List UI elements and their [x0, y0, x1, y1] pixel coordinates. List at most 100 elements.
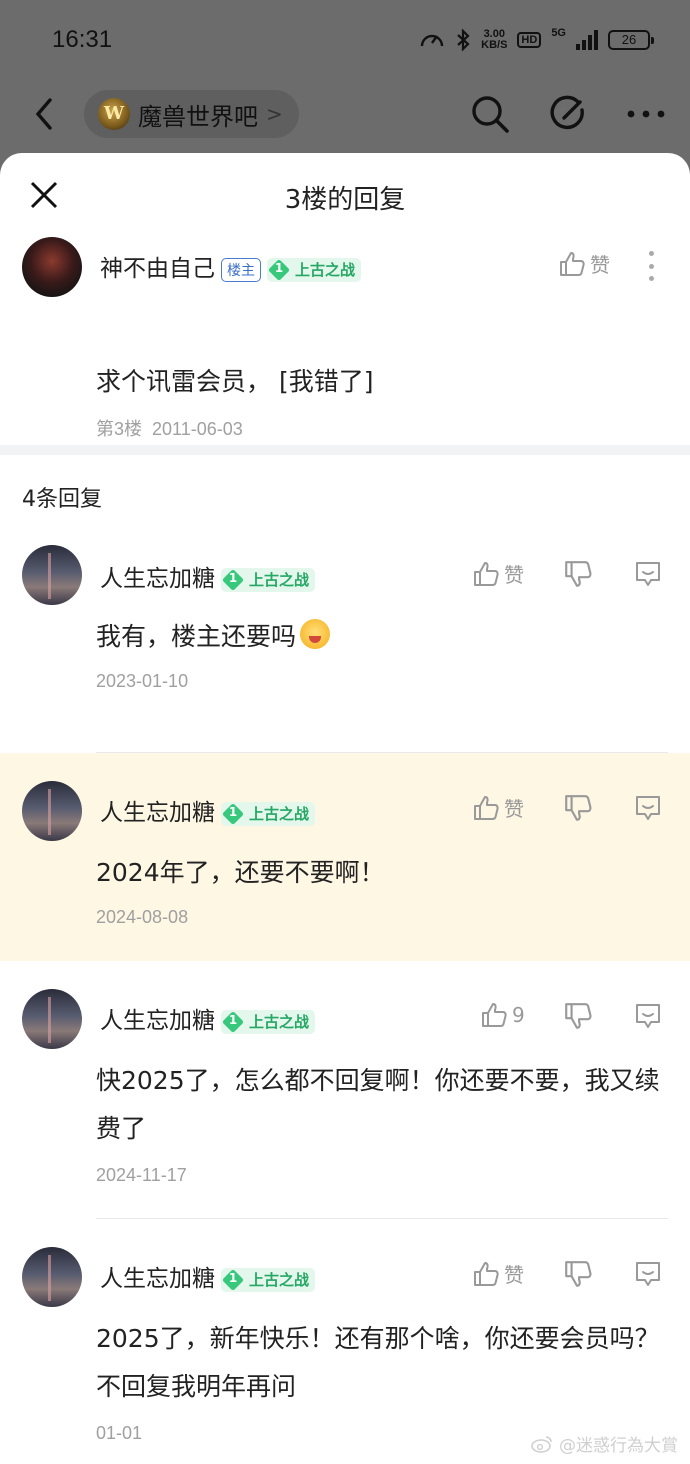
thumbs-up-icon — [474, 795, 499, 820]
status-bar: 16:31 3.00 KB/S HD 5G 26 — [0, 0, 690, 80]
like-button[interactable]: 赞 — [558, 249, 610, 278]
avatar[interactable] — [22, 1247, 82, 1307]
bluetooth-icon — [457, 28, 470, 52]
comment-icon[interactable] — [633, 793, 663, 823]
like-label: 赞 — [590, 253, 610, 277]
avatar[interactable] — [22, 989, 82, 1049]
search-button[interactable] — [468, 92, 512, 136]
reply-content: 2025了，新年快乐！还有那个啥，你还要会员吗？不回复我明年再问 — [96, 1324, 660, 1401]
reply-item: 人生忘加糖 1 上古之战 赞 我有，楼主还要吗 2023-01-10 — [0, 545, 690, 753]
like-count: 9 — [512, 1003, 525, 1027]
status-time: 16:31 — [52, 26, 113, 53]
reply-author[interactable]: 人生忘加糖 — [100, 1266, 215, 1292]
top-nav: W 魔兽世界吧 > — [0, 80, 690, 150]
more-icon — [627, 110, 665, 118]
post-author-row: 神不由自己 楼主 1 上古之战 — [100, 249, 362, 283]
more-button[interactable] — [624, 92, 668, 136]
like-button[interactable]: 赞 — [472, 1259, 524, 1288]
level-title: 上古之战 — [249, 571, 310, 589]
like-button[interactable]: 赞 — [472, 793, 524, 822]
thumbs-down-icon[interactable] — [563, 793, 593, 823]
level-number: 1 — [228, 804, 238, 819]
reply-author-row: 人生忘加糖 1 上古之战 — [100, 1259, 316, 1293]
reply-item-highlighted: 人生忘加糖 1 上古之战 赞 2024年了，还要不要啊！ 2024-08-08 — [0, 753, 690, 961]
reply-author[interactable]: 人生忘加糖 — [100, 1008, 215, 1034]
level-number: 1 — [274, 260, 284, 275]
reply-date: 01-01 — [96, 1423, 143, 1443]
level-title: 上古之战 — [249, 805, 310, 823]
reply-date: 2024-08-08 — [96, 907, 189, 927]
reply-author-row: 人生忘加糖 1 上古之战 — [100, 1001, 316, 1035]
chevron-left-icon[interactable] — [30, 94, 60, 134]
level-badge: 1 上古之战 — [221, 567, 316, 592]
reply-content: 我有，楼主还要吗 — [96, 613, 666, 661]
thumbs-down-icon[interactable] — [563, 1001, 593, 1031]
level-number: 1 — [228, 570, 238, 585]
reply-content: 2024年了，还要不要啊！ — [96, 858, 385, 887]
reply-sheet: 3楼的回复 神不由自己 楼主 1 上古之战 赞 求个讯雷会员， [我错了] 第3楼 2… — [0, 153, 690, 1464]
comment-icon[interactable] — [633, 1259, 663, 1289]
comment-icon[interactable] — [633, 559, 663, 589]
level-badge: 1 上古之战 — [221, 1267, 316, 1292]
level-badge: 1 上古之战 — [267, 257, 362, 282]
avatar[interactable] — [22, 237, 82, 297]
reply-author[interactable]: 人生忘加糖 — [100, 800, 215, 826]
like-label: 赞 — [504, 563, 524, 587]
network-type: 5G — [551, 27, 566, 39]
signal-icon — [576, 30, 598, 50]
search-icon — [472, 96, 509, 133]
reply-item: 人生忘加糖 1 上古之战 赞 2025了，新年快乐！还有那个啥，你还要会员吗？不回复… — [0, 1219, 690, 1459]
reply-date: 2023-01-10 — [96, 671, 189, 691]
nav-actions — [468, 92, 668, 136]
speedometer-icon — [420, 34, 444, 47]
comment-icon[interactable] — [633, 1001, 663, 1031]
hd-badge: HD — [517, 32, 542, 48]
gem-icon: 1 — [221, 802, 247, 826]
thumbs-up-icon — [474, 561, 499, 586]
sheet-header: 3楼的回复 — [0, 153, 690, 237]
avatar[interactable] — [22, 781, 82, 841]
reply-content: 快2025了，怎么都不回复啊！你还要不要，我又续费了 — [96, 1066, 660, 1143]
weibo-icon — [531, 1435, 552, 1453]
thumbs-up-icon — [474, 1261, 499, 1286]
reply-author[interactable]: 人生忘加糖 — [100, 566, 215, 592]
reply-date: 2024-11-17 — [96, 1165, 187, 1185]
thumbs-down-icon[interactable] — [563, 559, 593, 589]
like-button[interactable]: 赞 — [472, 559, 524, 588]
network-speed: 3.00 KB/S — [481, 29, 507, 51]
reply-author-row: 人生忘加糖 1 上古之战 — [100, 559, 316, 593]
chevron-right-icon: > — [266, 102, 283, 126]
watermark-text: @迷惑行為大賞 — [559, 1436, 678, 1456]
gem-icon: 1 — [267, 258, 293, 282]
op-tag: 楼主 — [221, 257, 261, 282]
like-button[interactable]: 9 — [480, 1001, 525, 1029]
reply-item: 人生忘加糖 1 上古之战 9 快2025了，怎么都不回复啊！你还要不要，我又续费了 … — [0, 961, 690, 1219]
post-content-text: 求个讯雷会员， [我错了] — [96, 367, 374, 396]
avatar[interactable] — [22, 545, 82, 605]
forum-logo: W — [98, 98, 130, 130]
forum-pill[interactable]: W 魔兽世界吧 > — [84, 90, 299, 138]
more-vertical-icon[interactable] — [648, 251, 654, 281]
speed-unit: KB/S — [481, 39, 508, 51]
reply-count: 4条回复 — [22, 487, 102, 512]
post-author[interactable]: 神不由自己 — [100, 256, 215, 282]
gem-icon: 1 — [221, 568, 247, 592]
battery-icon: 26 — [608, 30, 654, 50]
thumbs-up-icon — [560, 251, 585, 276]
post-meta: 第3楼 2011-06-03 — [96, 415, 243, 441]
level-badge: 1 上古之战 — [221, 1009, 316, 1034]
level-number: 1 — [228, 1270, 238, 1285]
gem-icon: 1 — [221, 1268, 247, 1292]
sheet-title: 3楼的回复 — [284, 185, 406, 215]
edit-icon — [550, 95, 584, 130]
thumbs-up-icon — [482, 1003, 507, 1027]
level-title: 上古之战 — [295, 261, 356, 279]
thumbs-down-icon[interactable] — [563, 1259, 593, 1289]
reply-text: 我有，楼主还要吗 — [96, 622, 297, 651]
edit-button[interactable] — [546, 92, 590, 136]
like-label: 赞 — [504, 797, 524, 821]
main-post: 神不由自己 楼主 1 上古之战 赞 求个讯雷会员， [我错了] 第3楼 2011-06… — [0, 237, 690, 455]
post-date: 2011-06-03 — [152, 419, 243, 439]
laugh-emoji-icon — [300, 619, 331, 649]
level-number: 1 — [228, 1012, 238, 1027]
